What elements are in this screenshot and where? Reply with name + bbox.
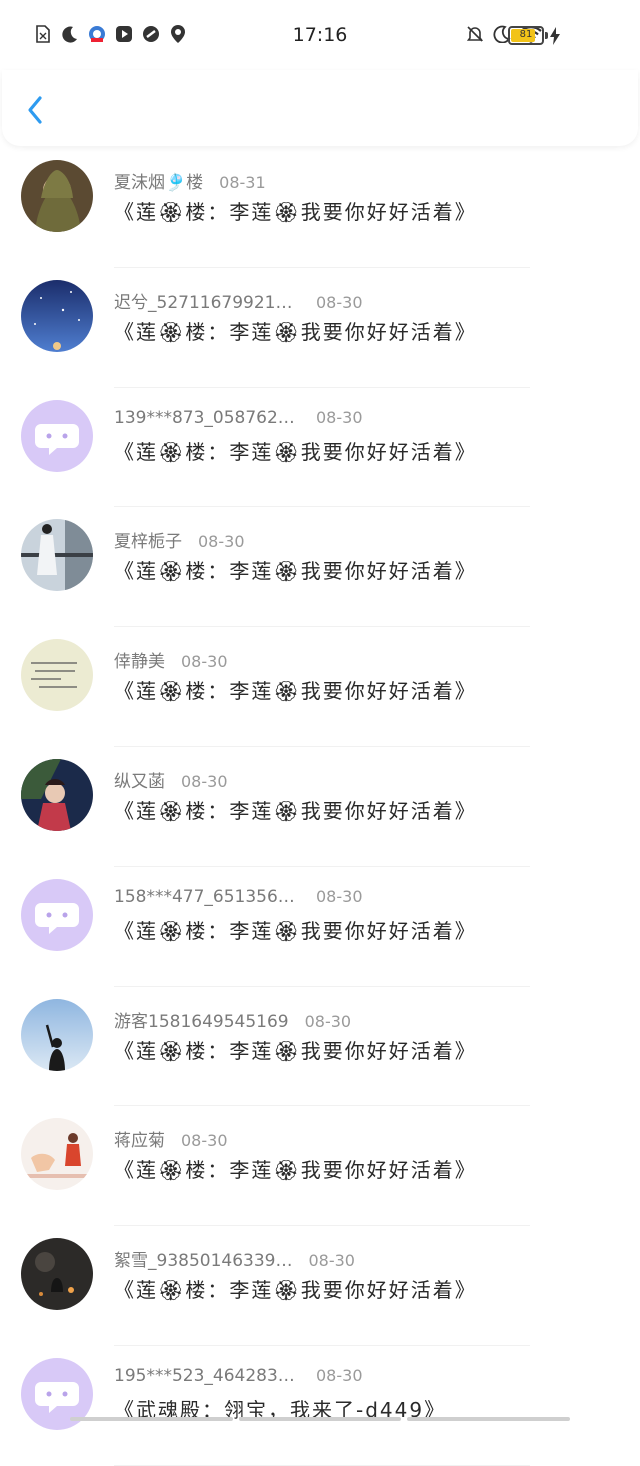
avatar[interactable] [21,878,93,951]
comment-meta: 纵又菡 08-30 [114,767,228,792]
comment-meta: 迟兮_5271167992171… 08-30 [114,288,363,313]
comment-meta: 夏沫烟🎐楼 08-31 [114,168,266,193]
comment-text: 《莲🏵楼：李莲🏵我要你好好活着》 [114,1278,477,1303]
avatar[interactable] [21,399,93,472]
comment-text: 《莲🏵楼：李莲🏵我要你好好活着》 [114,439,477,464]
comment-item[interactable]: 游客1581649545169 08-30 《莲🏵楼：李莲🏵我要你好好活着》 [0,987,640,1107]
comment-meta: 游客1581649545169 08-30 [114,1007,351,1032]
comment-item[interactable]: 139***873_0587629… 08-30 《莲🏵楼：李莲🏵我要你好好活着》 [0,388,640,508]
username[interactable]: 139***873_0587629… [114,408,300,428]
comment-meta: 139***873_0587629… 08-30 [114,408,363,428]
comment-item[interactable]: 195***523_4642837… 08-30 《武魂殿：翎宝，我来了-d449》 [0,1346,640,1466]
comment-text: 《莲🏵楼：李莲🏵我要你好好活着》 [114,798,477,823]
status-time: 17:16 [292,24,348,46]
comment-meta: 倖静美 08-30 [114,647,228,672]
battery-level: 81 [519,29,533,40]
status-bar: 17:16 81 [0,0,640,72]
username[interactable]: 195***523_4642837… [114,1366,300,1386]
comment-date: 08-30 [316,1365,363,1385]
chevron-left-icon [28,96,42,124]
avatar[interactable] [21,519,93,592]
comment-meta: 158***477_6513565325 08-30 [114,887,363,907]
comment-text: 《莲🏵楼：李莲🏵我要你好好活着》 [114,559,477,584]
comment-date: 08-30 [181,652,228,672]
username[interactable]: 158***477_6513565325 [114,887,300,907]
comment-text: 《莲🏵楼：李莲🏵我要你好好活着》 [114,918,477,943]
avatar[interactable] [21,639,93,712]
comment-item[interactable]: 絮雪_93850146339… 08-30 《莲🏵楼：李莲🏵我要你好好活着》 [0,1226,640,1346]
avatar[interactable] [21,758,93,831]
comment-list: 夏沫烟🎐楼 08-31 《莲🏵楼：李莲🏵我要你好好活着》 迟兮_52711679921… [0,148,640,1466]
avatar[interactable] [21,998,93,1071]
comment-date: 08-30 [316,292,363,312]
avatar[interactable] [21,160,93,232]
comment-date: 08-30 [308,1251,355,1271]
comment-date: 08-30 [181,771,228,791]
comment-item[interactable]: 蒋应菊 08-30 《莲🏵楼：李莲🏵我要你好好活着》 [0,1106,640,1227]
back-button[interactable] [20,92,52,128]
comment-date: 08-30 [304,1011,352,1031]
username[interactable]: 纵又菡 [114,767,165,792]
bell-off-icon [466,24,484,44]
username[interactable]: 絮雪_93850146339… [114,1246,292,1271]
comment-item[interactable]: 纵又菡 08-30 《莲🏵楼：李莲🏵我要你好好活着》 [0,747,640,867]
home-indicator [70,1417,571,1421]
comment-item[interactable]: 夏梓栀子 08-30 《莲🏵楼：李莲🏵我要你好好活着》 [0,507,640,628]
battery-indicator: 81 [508,26,544,45]
comment-meta: 195***523_4642837… 08-30 [114,1366,363,1386]
avatar[interactable] [21,279,93,352]
charging-icon [550,27,560,45]
comment-text: 《莲🏵楼：李莲🏵我要你好好活着》 [114,1038,477,1063]
comment-meta: 夏梓栀子 08-30 [114,527,245,552]
comment-date: 08-31 [219,173,266,192]
comment-date: 08-30 [181,1131,228,1151]
comment-text: 《莲🏵楼：李莲🏵我要你好好活着》 [114,1158,477,1183]
comment-item[interactable]: 迟兮_5271167992171… 08-30 《莲🏵楼：李莲🏵我要你好好活着》 [0,268,640,388]
comment-date: 08-30 [198,532,245,552]
comment-item[interactable]: 158***477_6513565325 08-30 《莲🏵楼：李莲🏵我要你好好活着… [0,867,640,987]
comment-item[interactable]: 倖静美 08-30 《莲🏵楼：李莲🏵我要你好好活着》 [0,627,640,747]
comment-item[interactable]: 夏沫烟🎐楼 08-31 《莲🏵楼：李莲🏵我要你好好活着》 [0,148,640,268]
comment-meta: 絮雪_93850146339… 08-30 [114,1246,355,1271]
username[interactable]: 游客1581649545169 [114,1007,289,1032]
comment-date: 08-30 [316,886,363,906]
comment-text: 《莲🏵楼：李莲🏵我要你好好活着》 [114,319,477,344]
comment-date: 08-30 [316,407,363,427]
battery-nub [545,32,548,39]
comment-text: 《莲🏵楼：李莲🏵我要你好好活着》 [114,200,477,224]
avatar[interactable] [21,1118,93,1191]
avatar[interactable] [21,1238,93,1311]
top-header [2,70,638,146]
username[interactable]: 夏梓栀子 [114,527,182,552]
comment-meta: 蒋应菊 08-30 [114,1126,228,1151]
username[interactable]: 蒋应菊 [114,1126,165,1151]
comment-text: 《莲🏵楼：李莲🏵我要你好好活着》 [114,679,477,704]
username[interactable]: 倖静美 [114,647,165,672]
username[interactable]: 夏沫烟🎐楼 [114,168,203,193]
username[interactable]: 迟兮_5271167992171… [114,288,300,313]
